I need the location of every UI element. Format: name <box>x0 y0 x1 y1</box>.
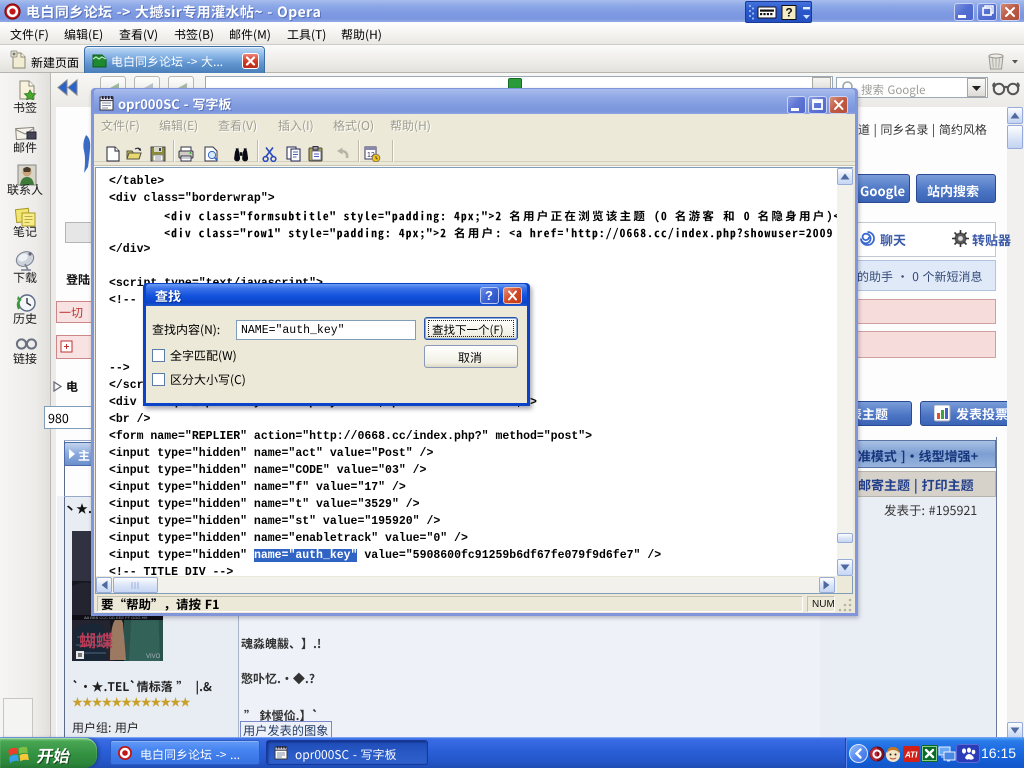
svg-text:?: ? <box>785 6 792 20</box>
svg-text:VIVO: VIVO <box>146 654 161 660</box>
svg-text:ATI: ATI <box>904 751 918 760</box>
